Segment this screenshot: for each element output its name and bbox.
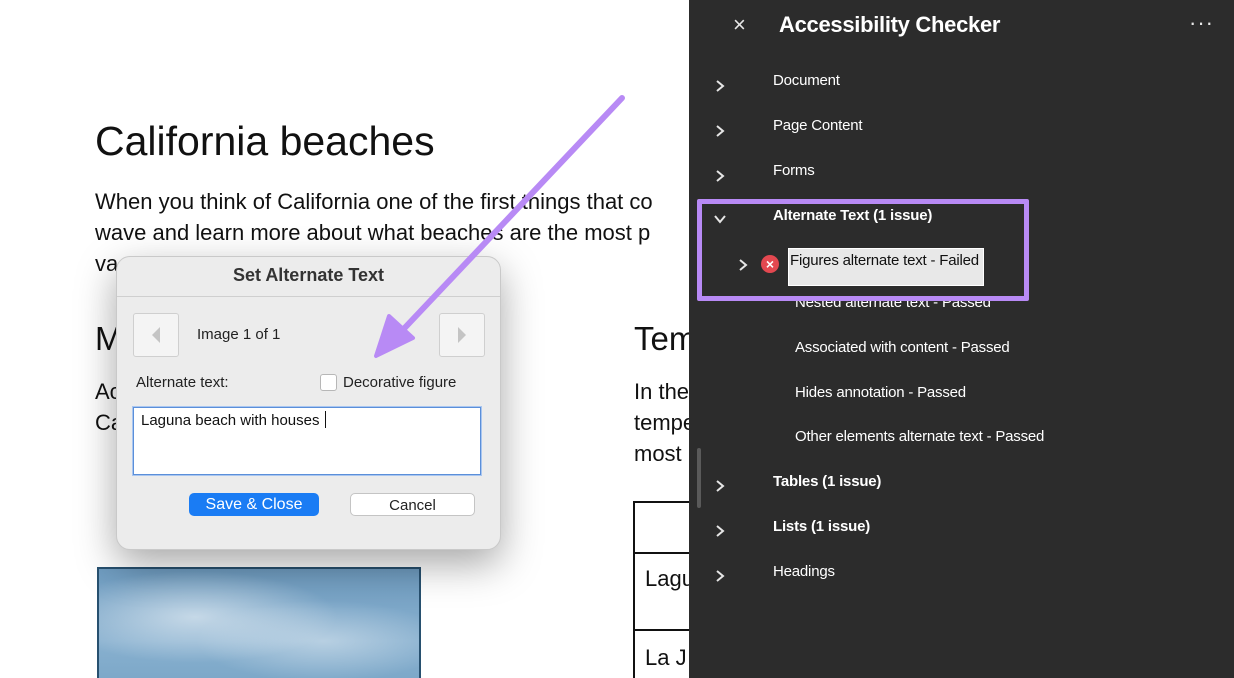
previous-image-button[interactable] <box>133 313 179 357</box>
table-cell: La J <box>645 645 687 670</box>
chevron-left-icon <box>152 327 160 343</box>
cancel-button[interactable]: Cancel <box>350 493 475 516</box>
chevron-right-icon[interactable] <box>713 79 727 93</box>
save-and-close-button[interactable]: Save & Close <box>189 493 319 516</box>
intro-paragraph-line-3: va <box>95 251 119 276</box>
intro-paragraph-line-1: When you think of California one of the … <box>95 189 653 214</box>
section-page-content[interactable]: Page Content <box>773 117 863 134</box>
right-section-line-3: most <box>634 441 682 466</box>
chevron-right-icon[interactable] <box>713 524 727 538</box>
chevron-right-icon <box>458 327 466 343</box>
table-row-divider <box>635 629 689 631</box>
chevron-right-icon[interactable] <box>713 479 727 493</box>
beach-photo[interactable] <box>97 567 421 678</box>
accessibility-checker-panel: × Accessibility Checker ··· Document Pag… <box>689 0 1234 678</box>
more-options-icon[interactable]: ··· <box>1189 10 1214 36</box>
text-caret <box>324 411 326 428</box>
rule-other-elements-alternate-text[interactable]: Other elements alternate text - Passed <box>795 428 1044 445</box>
next-image-button[interactable] <box>439 313 485 357</box>
panel-title: Accessibility Checker <box>779 12 1001 37</box>
section-tables[interactable]: Tables (1 issue) <box>773 473 881 490</box>
document-title: California beaches <box>95 118 435 164</box>
panel-scrollbar[interactable] <box>697 448 701 508</box>
alternate-text-label: Alternate text: <box>136 374 229 391</box>
chevron-right-icon[interactable] <box>713 169 727 183</box>
alternate-text-value: Laguna beach with houses <box>141 412 324 429</box>
table-cell: Lagu <box>645 566 689 591</box>
alternate-text-input[interactable]: Laguna beach with houses <box>133 407 481 475</box>
dialog-divider <box>117 296 500 297</box>
chevron-right-icon[interactable] <box>713 124 727 138</box>
section-lists[interactable]: Lists (1 issue) <box>773 518 870 535</box>
decorative-figure-label[interactable]: Decorative figure <box>343 374 456 391</box>
set-alternate-text-dialog: Set Alternate Text Image 1 of 1 Alternat… <box>116 256 501 550</box>
image-counter: Image 1 of 1 <box>197 326 281 343</box>
chevron-right-icon[interactable] <box>713 569 727 583</box>
section-forms[interactable]: Forms <box>773 162 815 179</box>
right-section-heading: Tem <box>634 320 689 357</box>
close-icon[interactable]: × <box>733 12 746 38</box>
rule-hides-annotation[interactable]: Hides annotation - Passed <box>795 384 966 401</box>
intro-paragraph-line-2: wave and learn more about what beaches a… <box>95 220 651 245</box>
section-headings[interactable]: Headings <box>773 563 835 580</box>
decorative-figure-checkbox[interactable] <box>320 374 337 391</box>
rule-associated-with-content[interactable]: Associated with content - Passed <box>795 339 1010 356</box>
dialog-title: Set Alternate Text <box>232 265 385 285</box>
table-row-divider <box>635 552 689 554</box>
right-section-line-2: tempe <box>634 410 689 435</box>
section-document[interactable]: Document <box>773 72 840 89</box>
annotation-highlight-box <box>697 199 1029 301</box>
right-section-line-1: In the <box>634 379 689 404</box>
